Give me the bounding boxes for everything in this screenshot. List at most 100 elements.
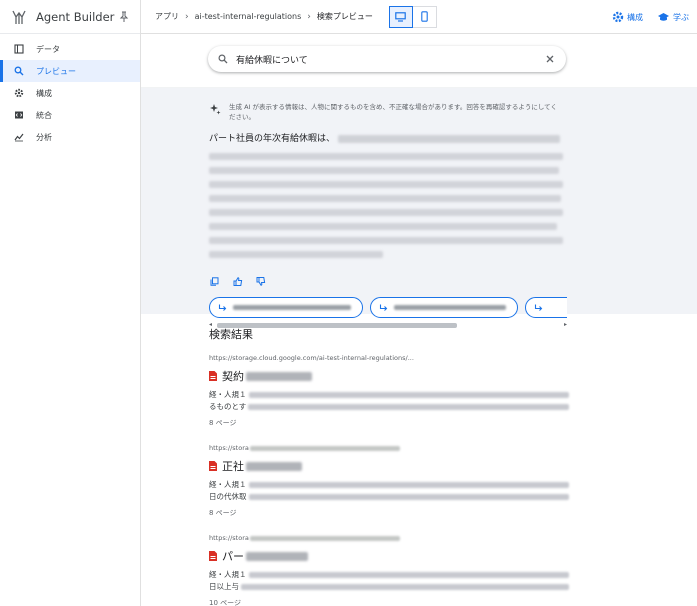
header-actions: 構成 学ぶ [598, 0, 689, 34]
result-title-text: 契約 [222, 370, 244, 383]
redacted-text [337, 134, 560, 143]
result-snippet-text: 日以上与 [209, 582, 239, 591]
ai-summary-lead: パート社員の年次有給休暇は、 [209, 132, 563, 146]
result-title-text: パー [222, 550, 244, 563]
desktop-view-button[interactable] [388, 5, 413, 28]
redacted-line [209, 209, 563, 216]
result-item: https://storage.cloud.google.com/ai-test… [209, 354, 569, 428]
data-icon [13, 44, 24, 55]
preview-main: 生成 AI が表示する情報は、人物に関するものを含め、不正確な場合があります。回… [141, 34, 697, 606]
result-title[interactable]: パー [209, 548, 569, 564]
breadcrumb-app[interactable]: ai-test-internal-regulations [195, 12, 302, 21]
result-url[interactable]: https://storage.cloud.google.com/ai-test… [209, 354, 569, 362]
clear-search-button[interactable] [544, 53, 556, 65]
mobile-view-button[interactable] [412, 5, 437, 28]
result-pages: 8 ページ [209, 509, 237, 517]
search-box [208, 46, 566, 72]
result-url-text: https://storage.cloud.google.com/ai-test… [209, 354, 414, 362]
chevron-right-icon: › [307, 11, 311, 22]
breadcrumb-current: 検索プレビュー [316, 12, 373, 21]
sidebar-item-data[interactable]: データ [0, 38, 140, 60]
return-arrow-icon [218, 304, 227, 311]
sidebar-item-label: 分析 [36, 132, 52, 142]
scroll-left-icon[interactable]: ◂ [209, 322, 212, 328]
integration-icon [13, 110, 24, 121]
result-snippet: 経・人規１ 日の代休取 [209, 479, 569, 503]
return-arrow-icon [534, 304, 543, 311]
redacted-text [241, 584, 569, 590]
sidebar: Agent Builder データ プレビュー 構成 統合 分析 [0, 0, 141, 606]
followup-chip[interactable] [370, 297, 518, 318]
redacted-text [249, 445, 400, 451]
redacted-text [246, 371, 312, 381]
redacted-line [209, 223, 557, 230]
redacted-line [209, 195, 561, 202]
sparkle-icon [210, 104, 221, 115]
result-url-text: https://stora [209, 534, 249, 542]
learn-button[interactable]: 学ぶ [657, 12, 689, 23]
thumbs-up-icon [233, 277, 242, 286]
sidebar-item-preview[interactable]: プレビュー [0, 60, 140, 82]
result-url[interactable]: https://stora [209, 534, 569, 542]
sidebar-item-label: プレビュー [36, 66, 76, 76]
chips-scrollbar[interactable]: ◂ ▸ [209, 322, 567, 328]
redacted-text [394, 305, 506, 310]
config-button[interactable]: 構成 [612, 11, 643, 23]
breadcrumb-apps[interactable]: アプリ [155, 11, 179, 22]
ai-overview-panel: 生成 AI が表示する情報は、人物に関するものを含め、不正確な場合があります。回… [141, 88, 697, 328]
thumbs-down-button[interactable] [255, 276, 266, 287]
result-title[interactable]: 正社 [209, 458, 569, 474]
ai-disclaimer: 生成 AI が表示する情報は、人物に関するものを含め、不正確な場合があります。回… [209, 102, 563, 122]
pin-icon[interactable] [118, 11, 130, 23]
ai-disclaimer-text: 生成 AI が表示する情報は、人物に関するものを含め、不正確な場合があります。回… [229, 103, 557, 121]
learn-label: 学ぶ [673, 12, 689, 22]
result-url[interactable]: https://stora [209, 444, 569, 452]
result-snippet: 経・人規１ 日以上与 [209, 569, 569, 593]
mobile-icon [421, 11, 428, 22]
followup-chips [209, 297, 567, 318]
thumbs-down-icon [256, 277, 265, 286]
result-pages: 8 ページ [209, 419, 237, 427]
redacted-line [209, 181, 563, 188]
close-icon [546, 55, 554, 63]
return-arrow-icon [379, 304, 388, 311]
search-icon [13, 66, 24, 77]
redacted-text [248, 404, 569, 410]
sidebar-item-analytics[interactable]: 分析 [0, 126, 140, 148]
redacted-text [248, 482, 569, 488]
agent-builder-logo [12, 10, 26, 24]
result-title[interactable]: 契約 [209, 368, 569, 384]
result-pages: 10 ページ [209, 599, 241, 606]
sidebar-nav: データ プレビュー 構成 統合 分析 [0, 34, 140, 148]
top-header: アプリ › ai-test-internal-regulations › 検索プ… [141, 0, 697, 34]
result-snippet-text: 経・人規１ [209, 570, 247, 579]
ai-summary-lead-text: パート社員の年次有給休暇は、 [209, 134, 336, 144]
result-snippet-text: 経・人規１ [209, 480, 247, 489]
scroll-right-icon[interactable]: ▸ [564, 322, 567, 328]
sidebar-item-label: 統合 [36, 110, 52, 120]
gear-icon [612, 11, 624, 23]
scroll-thumb[interactable] [217, 323, 457, 328]
search-icon [218, 54, 228, 64]
result-snippet-text: るものとす [209, 402, 247, 411]
copy-button[interactable] [209, 276, 220, 287]
brand-bar: Agent Builder [0, 0, 140, 34]
followup-chip[interactable] [209, 297, 363, 318]
followup-chip[interactable] [525, 297, 567, 318]
sidebar-item-label: 構成 [36, 88, 52, 98]
app-title: Agent Builder [36, 9, 115, 24]
sidebar-item-config[interactable]: 構成 [0, 82, 140, 104]
result-item: https://stora パー 経・人規１ 日以上与 10 ページ [209, 534, 569, 606]
pdf-icon [209, 551, 217, 561]
sidebar-item-integration[interactable]: 統合 [0, 104, 140, 126]
result-snippet-text: 日の代休取 [209, 492, 247, 501]
chevron-right-icon: › [185, 11, 189, 22]
redacted-text [246, 551, 308, 561]
search-input[interactable] [236, 54, 544, 64]
search-area [141, 34, 697, 88]
pdf-icon [209, 371, 217, 381]
sidebar-item-label: データ [36, 44, 60, 54]
ai-summary: パート社員の年次有給休暇は、 [209, 132, 563, 258]
thumbs-up-button[interactable] [232, 276, 243, 287]
pdf-icon [209, 461, 217, 471]
